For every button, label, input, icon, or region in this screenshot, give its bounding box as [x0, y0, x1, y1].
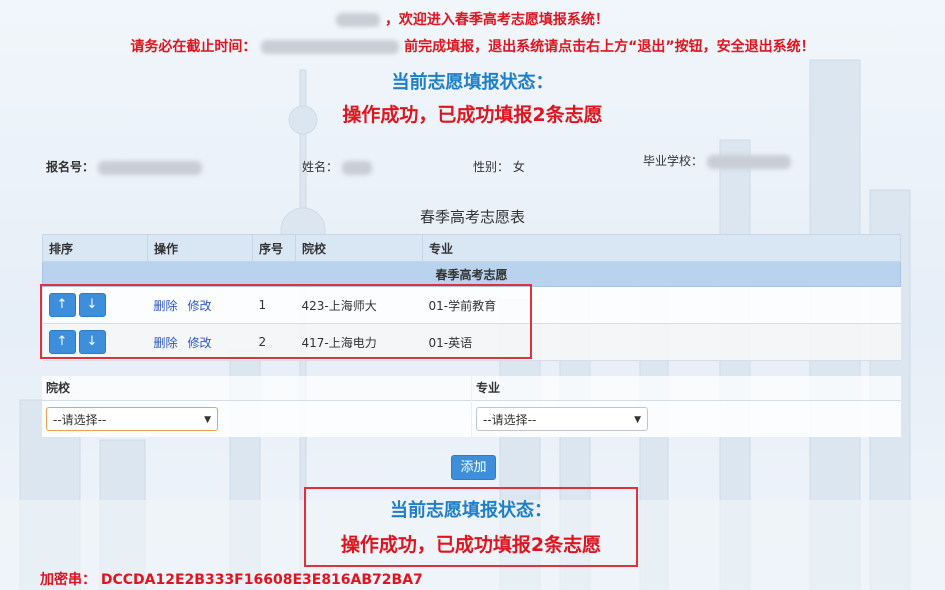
chevron-down-icon: ▼ [204, 415, 211, 425]
major-select[interactable]: --请选择-- ▼ [476, 407, 648, 431]
encryption-value: DCCDA12E2B333F16608E3E816AB72BA7 [100, 572, 423, 588]
encryption-string: 加密串： DCCDA12E2B333F16608E3E816AB72BA7 [40, 569, 423, 589]
encryption-label: 加密串： [40, 572, 96, 588]
name-label: 姓名： [302, 160, 339, 174]
highlight-box-status [304, 487, 638, 567]
redacted-school [706, 154, 791, 169]
reg-no-field: 报名号： [46, 158, 202, 175]
welcome-banner: ，欢迎进入春季高考志愿填报系统！ [0, 9, 945, 29]
gender-value: 女 [512, 160, 525, 174]
school-form-label: 院校 [42, 376, 471, 401]
group-row: 春季高考志愿 [42, 261, 901, 287]
redacted-username [336, 13, 381, 27]
gender-label: 性别： [473, 160, 510, 174]
add-form: 院校 专业 --请选择-- ▼ --请选择-- ▼ [42, 376, 901, 437]
add-button[interactable]: 添加 [451, 455, 496, 480]
major-form-label: 专业 [472, 376, 901, 401]
school-select[interactable]: --请选择-- ▼ [46, 407, 218, 431]
welcome-text: ，欢迎进入春季高考志愿填报系统！ [384, 12, 609, 28]
col-index: 序号 [252, 234, 296, 262]
col-action: 操作 [147, 234, 253, 262]
highlight-box-table [40, 284, 532, 359]
table-header-row: 排序 操作 序号 院校 专业 [42, 234, 901, 262]
deadline-notice: 请务必在截止时间： 前完成填报，退出系统请点击右上方“退出”按钮，安全退出系统！ [0, 36, 945, 56]
school-select-value: --请选择-- [53, 413, 107, 427]
gender-field: 性别： 女 [473, 158, 525, 175]
redacted-deadline [261, 40, 400, 54]
col-school: 院校 [295, 234, 423, 262]
table-caption: 春季高考志愿表 [419, 208, 525, 226]
name-field: 姓名： [302, 158, 372, 175]
col-major: 专业 [422, 234, 901, 262]
group-label: 春季高考志愿 [42, 261, 901, 287]
chevron-down-icon: ▼ [634, 415, 641, 425]
status-title-top: 当前志愿填报状态： [391, 72, 554, 93]
col-order: 排序 [42, 234, 148, 262]
school-field: 毕业学校： [643, 152, 791, 169]
deadline-suffix: 前完成填报，退出系统请点击右上方“退出”按钮，安全退出系统！ [404, 39, 815, 55]
status-message-top: 操作成功，已成功填报2条志愿 [342, 104, 603, 126]
major-select-value: --请选择-- [483, 413, 537, 427]
redacted-reg-no [97, 160, 202, 175]
deadline-prefix: 请务必在截止时间： [130, 39, 257, 55]
reg-no-label: 报名号： [46, 160, 95, 174]
school-label: 毕业学校： [643, 154, 704, 168]
redacted-name [341, 160, 372, 175]
